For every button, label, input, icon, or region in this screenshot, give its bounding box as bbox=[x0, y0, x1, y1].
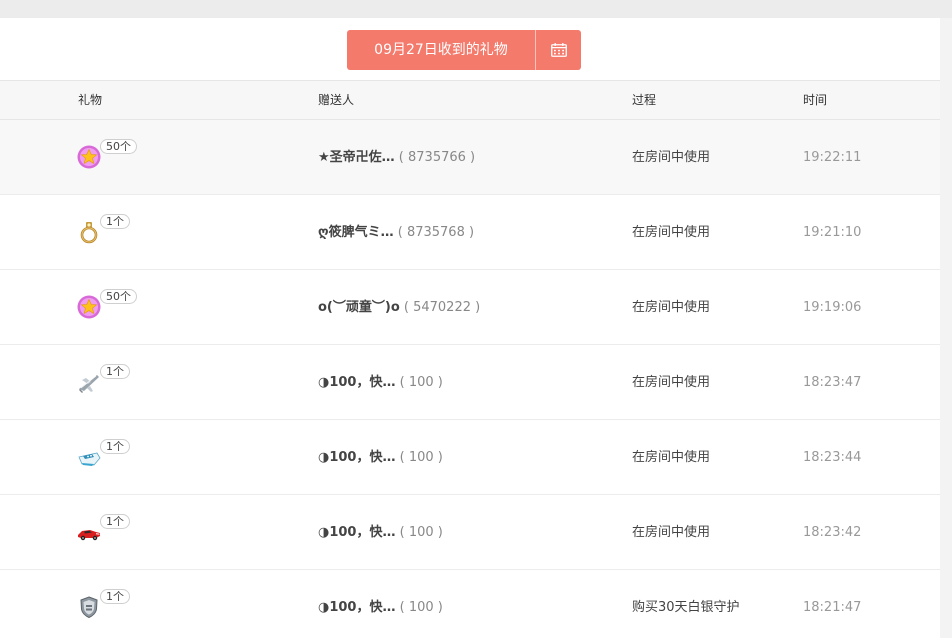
sports-car-icon bbox=[78, 530, 100, 541]
process-text: 在房间中使用 bbox=[632, 225, 711, 240]
table-row[interactable]: 1个 ◑100，快… ( 100 ) 在房间中使用 18:23:44 bbox=[0, 420, 940, 495]
gift-count-badge: 50个 bbox=[100, 289, 137, 304]
gift-count-badge: 1个 bbox=[100, 439, 130, 454]
process-text: 在房间中使用 bbox=[632, 150, 711, 165]
sender-id: ( 100 ) bbox=[399, 450, 443, 465]
column-process: 过程 bbox=[632, 93, 657, 107]
sender-nickname[interactable]: o(︶顽童︶)o bbox=[318, 300, 400, 315]
date-bar: 09月27日收到的礼物 bbox=[0, 18, 940, 80]
table-body: 50个 ★圣帝卍佐… ( 8735766 ) 在房间中使用 19:22:11 1… bbox=[0, 120, 940, 638]
calendar-button[interactable] bbox=[536, 30, 581, 70]
star-orb-icon bbox=[77, 145, 101, 169]
sender-id: ( 8735766 ) bbox=[398, 150, 476, 165]
table-row[interactable]: 50个 o(︶顽童︶)o ( 5470222 ) 在房间中使用 19:19:06 bbox=[0, 270, 940, 345]
calendar-icon bbox=[550, 43, 567, 57]
time-text: 18:23:42 bbox=[803, 525, 862, 540]
sender: ღ筱脾气ミ… ( 8735768 ) bbox=[318, 195, 474, 270]
sender-nickname[interactable]: ღ筱脾气ミ… bbox=[318, 225, 394, 240]
sender-id: ( 100 ) bbox=[399, 525, 443, 540]
sender-nickname[interactable]: ★圣帝卍佐… bbox=[318, 150, 395, 165]
process-text: 在房间中使用 bbox=[632, 375, 711, 390]
sender: ◑100，快… ( 100 ) bbox=[318, 420, 443, 495]
table-row[interactable]: 1个 ◑100，快… ( 100 ) 在房间中使用 18:23:42 bbox=[0, 495, 940, 570]
time-text: 18:21:47 bbox=[803, 600, 862, 615]
sender: ◑100，快… ( 100 ) bbox=[318, 345, 443, 420]
sender-nickname[interactable]: ◑100，快… bbox=[318, 525, 395, 540]
gift-count-badge: 1个 bbox=[100, 589, 130, 604]
table-row[interactable]: 1个 ღ筱脾气ミ… ( 8735768 ) 在房间中使用 19:21:10 bbox=[0, 195, 940, 270]
sender-nickname[interactable]: ◑100，快… bbox=[318, 450, 395, 465]
column-time: 时间 bbox=[803, 93, 828, 107]
gift-count-badge: 50个 bbox=[100, 139, 137, 154]
top-background bbox=[0, 0, 952, 18]
date-selector[interactable]: 09月27日收到的礼物 bbox=[347, 30, 581, 70]
time-text: 19:19:06 bbox=[803, 300, 862, 315]
gift-count-badge: 1个 bbox=[100, 214, 130, 229]
time-text: 18:23:47 bbox=[803, 375, 862, 390]
sender: ◑100，快… ( 100 ) bbox=[318, 570, 443, 638]
shield-badge-icon bbox=[80, 596, 98, 619]
gift-count-badge: 1个 bbox=[100, 514, 130, 529]
sender-id: ( 100 ) bbox=[399, 375, 443, 390]
table-row[interactable]: 1个 ◑100，快… ( 100 ) 在房间中使用 18:23:47 bbox=[0, 345, 940, 420]
process-text: 在房间中使用 bbox=[632, 450, 711, 465]
process-text: 购买30天白银守护 bbox=[632, 600, 740, 615]
sender-nickname[interactable]: ◑100，快… bbox=[318, 375, 395, 390]
star-orb-icon bbox=[77, 295, 101, 319]
gift-count-badge: 1个 bbox=[100, 364, 130, 379]
sender: ★圣帝卍佐… ( 8735766 ) bbox=[318, 120, 475, 195]
ring-icon bbox=[80, 222, 98, 244]
sender-id: ( 5470222 ) bbox=[403, 300, 481, 315]
airplane-icon bbox=[79, 375, 99, 393]
time-text: 19:21:10 bbox=[803, 225, 862, 240]
scrollbar-track[interactable] bbox=[940, 18, 952, 638]
table-row[interactable]: 50个 ★圣帝卍佐… ( 8735766 ) 在房间中使用 19:22:11 bbox=[0, 120, 940, 195]
yacht-icon bbox=[78, 452, 101, 466]
time-text: 19:22:11 bbox=[803, 150, 862, 165]
process-text: 在房间中使用 bbox=[632, 300, 711, 315]
column-gift: 礼物 bbox=[78, 93, 103, 107]
sender: o(︶顽童︶)o ( 5470222 ) bbox=[318, 270, 480, 345]
table-header: 礼物 赠送人 过程 时间 bbox=[0, 80, 940, 120]
time-text: 18:23:44 bbox=[803, 450, 862, 465]
sender: ◑100，快… ( 100 ) bbox=[318, 495, 443, 570]
column-sender: 赠送人 bbox=[318, 93, 355, 107]
sender-nickname[interactable]: ◑100，快… bbox=[318, 600, 395, 615]
date-label: 09月27日收到的礼物 bbox=[374, 42, 508, 58]
sender-id: ( 100 ) bbox=[399, 600, 443, 615]
table-row[interactable]: 1个 ◑100，快… ( 100 ) 购买30天白银守护 18:21:47 bbox=[0, 570, 940, 638]
process-text: 在房间中使用 bbox=[632, 525, 711, 540]
sender-id: ( 8735768 ) bbox=[397, 225, 475, 240]
gift-records-panel: 09月27日收到的礼物 礼物 赠送人 过程 时间 50个 ★圣帝卍佐… (87… bbox=[0, 18, 940, 638]
